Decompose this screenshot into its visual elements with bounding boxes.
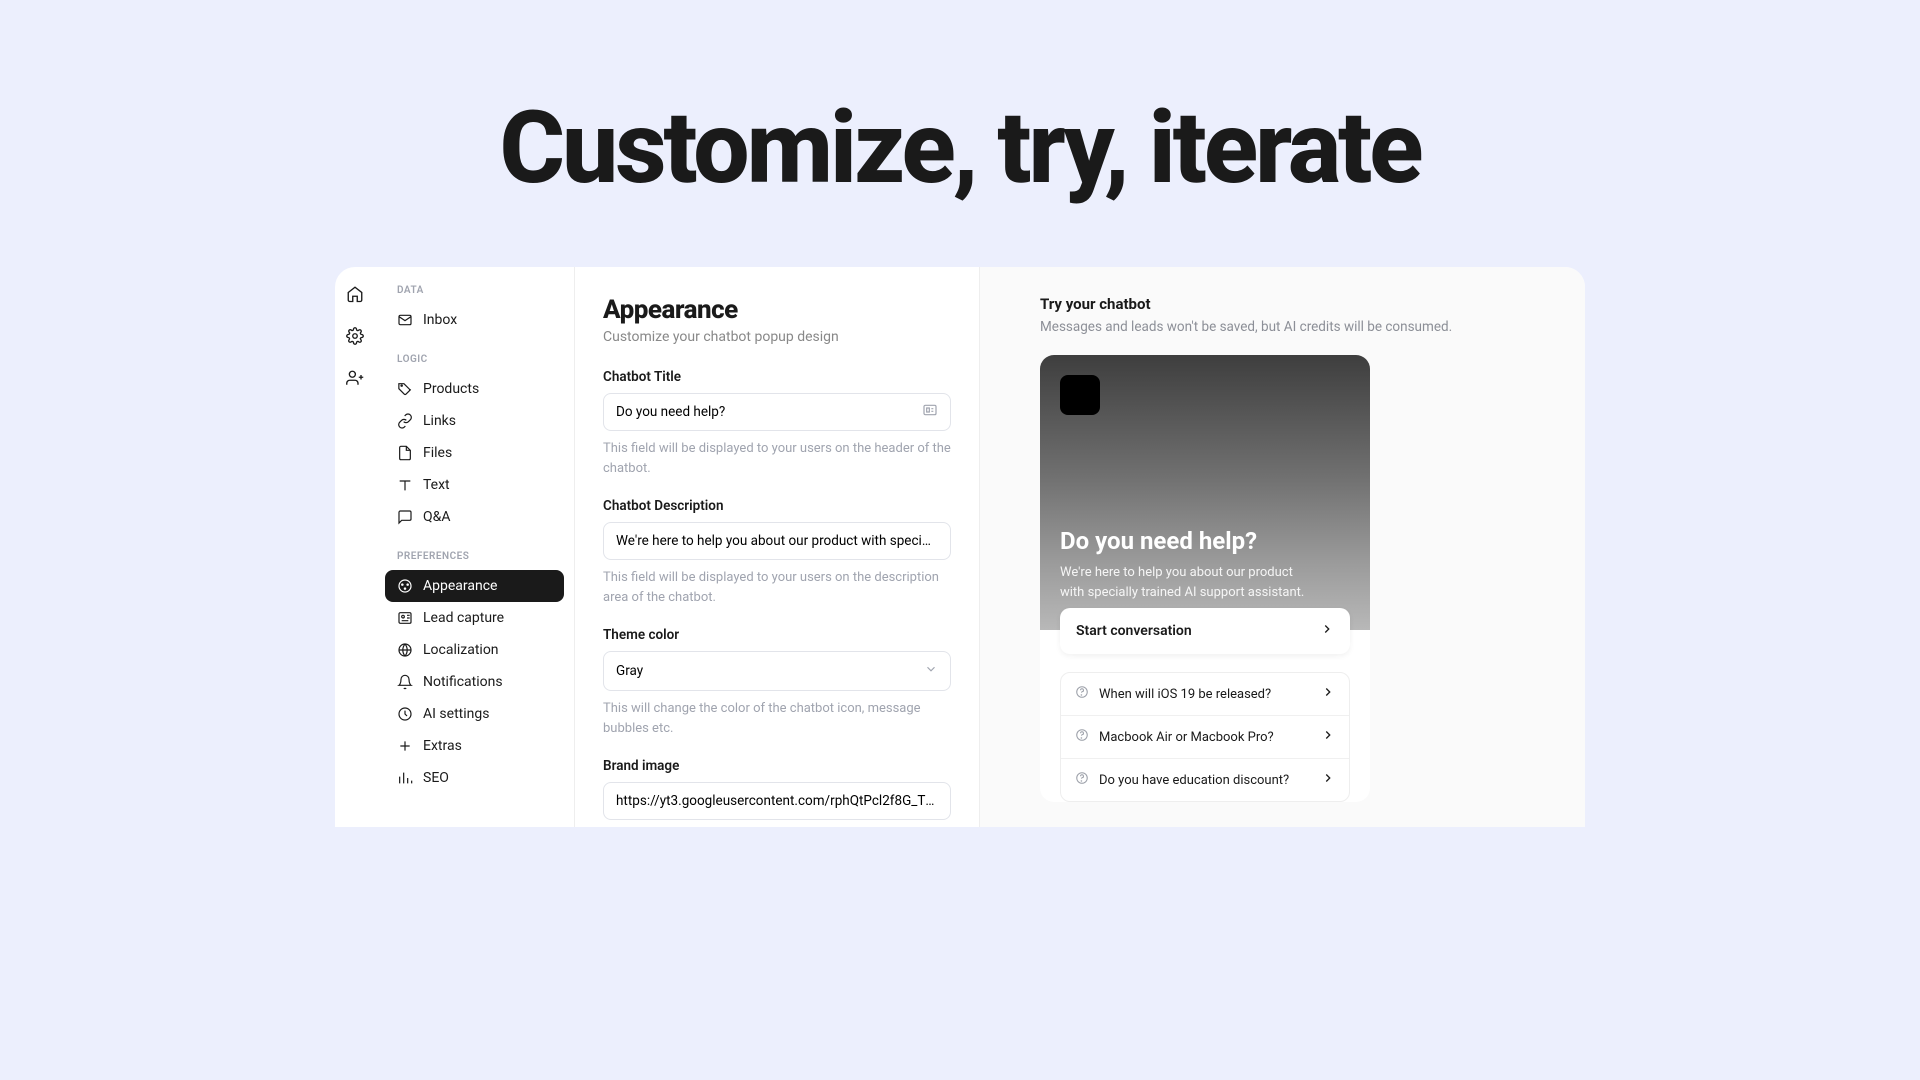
field-label: Brand image — [603, 758, 951, 774]
panel-heading: Appearance — [603, 295, 951, 325]
sidebar-item-label: Lead capture — [423, 610, 504, 626]
sidebar-item-label: Files — [423, 445, 452, 461]
select-value: Gray — [616, 663, 643, 679]
app-window: DATA Inbox LOGIC Products Links Files Te… — [335, 267, 1585, 827]
sidebar-item-links[interactable]: Links — [385, 405, 564, 437]
chatbot-desc-field: Chatbot Description We're here to help y… — [603, 498, 951, 607]
chat-desc: We're here to help you about our product… — [1060, 563, 1320, 602]
gear-icon[interactable] — [346, 327, 364, 349]
preview-subtitle: Messages and leads won't be saved, but A… — [1040, 317, 1525, 337]
sidebar-item-extras[interactable]: Extras — [385, 730, 564, 762]
sidebar-item-localization[interactable]: Localization — [385, 634, 564, 666]
chevron-right-icon — [1321, 685, 1335, 703]
sidebar-item-label: AI settings — [423, 706, 489, 722]
card-icon — [922, 402, 938, 422]
chevron-right-icon — [1321, 728, 1335, 746]
sidebar-item-label: Q&A — [423, 509, 450, 525]
chat-heading: Do you need help? — [1060, 527, 1350, 555]
sidebar-item-label: Products — [423, 381, 479, 397]
question-icon — [1075, 771, 1089, 789]
chat-header: Do you need help? We're here to help you… — [1040, 355, 1370, 630]
sidebar-item-qa[interactable]: Q&A — [385, 501, 564, 533]
hero: Customize, try, iterate — [0, 0, 1920, 267]
sidebar-item-label: Appearance — [423, 578, 497, 594]
faq-item[interactable]: When will iOS 19 be released? — [1061, 673, 1349, 715]
field-label: Theme color — [603, 627, 951, 643]
faq-text: Macbook Air or Macbook Pro? — [1099, 730, 1274, 745]
panel-subtitle: Customize your chatbot popup design — [603, 329, 951, 345]
add-user-icon[interactable] — [346, 369, 364, 391]
home-icon[interactable] — [346, 285, 364, 307]
sidebar-section-data-label: DATA — [385, 285, 564, 304]
faq-text: When will iOS 19 be released? — [1099, 687, 1271, 702]
cta-label: Start conversation — [1076, 623, 1192, 639]
theme-color-select[interactable]: Gray — [603, 651, 951, 691]
sidebar-item-label: Extras — [423, 738, 462, 754]
sidebar-item-label: Links — [423, 413, 456, 429]
faq-list: When will iOS 19 be released? Macbook Ai… — [1060, 672, 1350, 802]
sidebar-section-prefs-label: PREFERENCES — [385, 551, 564, 570]
sidebar-item-notifications[interactable]: Notifications — [385, 666, 564, 698]
theme-color-field: Theme color Gray This will change the co… — [603, 627, 951, 738]
main-area: Appearance Customize your chatbot popup … — [575, 267, 1585, 827]
sidebar-item-aisettings[interactable]: AI settings — [385, 698, 564, 730]
question-icon — [1075, 728, 1089, 746]
input-value: We're here to help you about our product… — [616, 533, 951, 549]
sidebar-item-label: Notifications — [423, 674, 503, 690]
brand-image-input[interactable]: https://yt3.googleusercontent.com/rphQtP… — [603, 782, 951, 820]
sidebar-item-label: SEO — [423, 770, 449, 786]
brand-logo — [1060, 375, 1100, 415]
field-label: Chatbot Description — [603, 498, 951, 514]
sidebar-item-appearance[interactable]: Appearance — [385, 570, 564, 602]
field-helper: This will change the color of the chatbo… — [603, 699, 951, 738]
form-panel: Appearance Customize your chatbot popup … — [575, 267, 980, 827]
chatbot-title-input[interactable]: Do you need help? — [603, 393, 951, 431]
sidebar-item-label: Inbox — [423, 312, 457, 328]
preview-title: Try your chatbot — [1040, 295, 1525, 313]
sidebar-item-label: Localization — [423, 642, 499, 658]
hero-title: Customize, try, iterate — [0, 90, 1920, 207]
field-helper: This field will be displayed to your use… — [603, 568, 951, 607]
preview-panel: Try your chatbot Messages and leads won'… — [980, 267, 1585, 827]
chevron-right-icon — [1321, 771, 1335, 789]
chevron-down-icon — [924, 662, 938, 680]
question-icon — [1075, 685, 1089, 703]
sidebar-item-inbox[interactable]: Inbox — [385, 304, 564, 336]
sidebar-section-logic-label: LOGIC — [385, 354, 564, 373]
chatbot-desc-input[interactable]: We're here to help you about our product… — [603, 522, 951, 560]
chatbot-title-field: Chatbot Title Do you need help? This fie… — [603, 369, 951, 478]
chat-widget: Do you need help? We're here to help you… — [1040, 355, 1370, 802]
sidebar-item-label: Text — [423, 477, 450, 493]
faq-item[interactable]: Do you have education discount? — [1061, 758, 1349, 801]
input-value: https://yt3.googleusercontent.com/rphQtP… — [616, 793, 951, 809]
sidebar-item-leadcapture[interactable]: Lead capture — [385, 602, 564, 634]
field-helper: This field will be displayed to your use… — [603, 439, 951, 478]
sidebar-item-seo[interactable]: SEO — [385, 762, 564, 794]
icon-rail — [335, 267, 375, 827]
sidebar-item-files[interactable]: Files — [385, 437, 564, 469]
faq-item[interactable]: Macbook Air or Macbook Pro? — [1061, 715, 1349, 758]
brand-image-field: Brand image https://yt3.googleuserconten… — [603, 758, 951, 827]
field-label: Chatbot Title — [603, 369, 951, 385]
sidebar-item-products[interactable]: Products — [385, 373, 564, 405]
chevron-right-icon — [1320, 622, 1334, 640]
faq-text: Do you have education discount? — [1099, 773, 1289, 788]
input-value: Do you need help? — [616, 404, 725, 420]
sidebar: DATA Inbox LOGIC Products Links Files Te… — [375, 267, 575, 827]
sidebar-item-text[interactable]: Text — [385, 469, 564, 501]
start-conversation-button[interactable]: Start conversation — [1060, 608, 1350, 654]
